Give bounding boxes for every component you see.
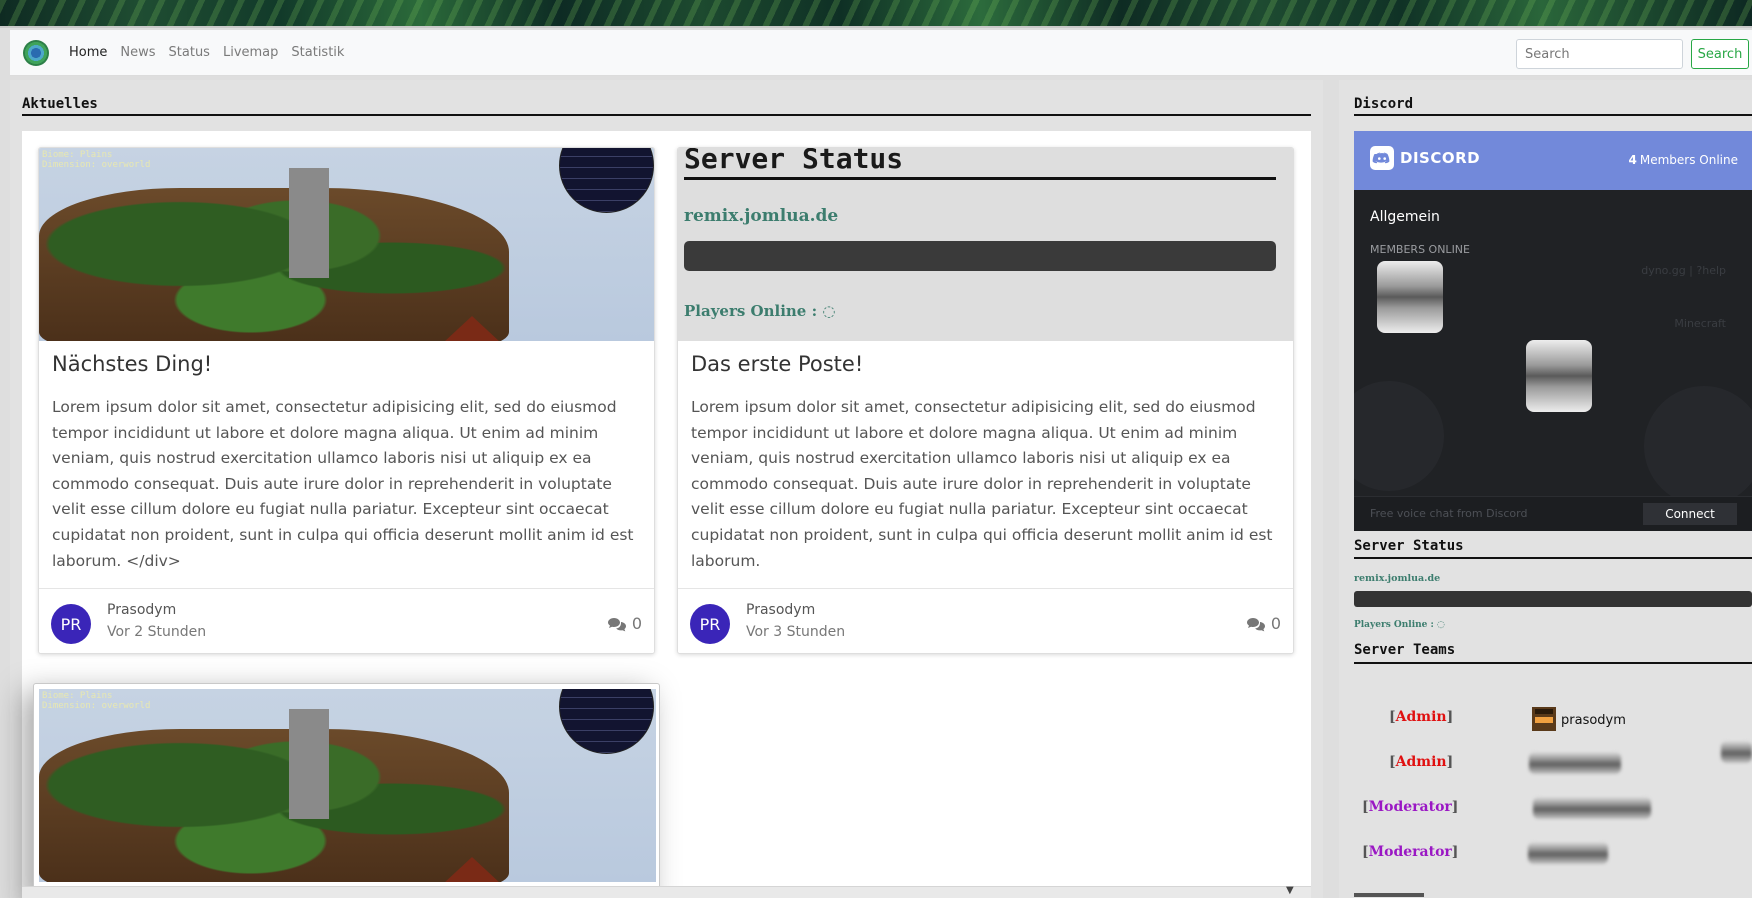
- header-banner: [0, 0, 1752, 28]
- members-header: MEMBERS ONLINE: [1370, 243, 1470, 256]
- news-card[interactable]: Biome: Plains Dimension: overworld: [33, 683, 660, 898]
- post-time: Vor 2 Stunden: [107, 624, 207, 640]
- blurred-member: [1533, 797, 1651, 819]
- loading-spinner-icon: ◌: [822, 302, 836, 320]
- members-online-count: 4 Members Online: [1628, 153, 1739, 167]
- discord-rule: [1354, 114, 1752, 116]
- search-button[interactable]: Search: [1691, 39, 1749, 69]
- author-name: Prasodym: [746, 602, 816, 618]
- rank-admin: [Admin]: [1389, 754, 1454, 770]
- blurred-member: [1528, 842, 1608, 864]
- avatar: PR: [51, 604, 91, 644]
- sidebar: Discord DISCORD 4 Members Online Allgemei…: [1339, 80, 1752, 898]
- discord-channel[interactable]: Allgemein: [1370, 209, 1440, 225]
- server-status-title: Server Status: [1354, 538, 1464, 554]
- discord-title: Discord: [1354, 96, 1414, 112]
- horizontal-scrollbar[interactable]: [22, 886, 1311, 898]
- card-footer: PR Prasodym Vor 3 Stunden 0: [678, 588, 1293, 653]
- card-text: Lorem ipsum dolor sit amet, consectetur …: [691, 398, 1273, 570]
- team-member-name[interactable]: prasodym: [1561, 713, 1626, 728]
- discord-logo[interactable]: DISCORD: [1370, 146, 1480, 170]
- bot-status: dyno.gg | ?help: [1641, 264, 1726, 277]
- news-feed: Biome: Plains Dimension: overworld Nächs…: [22, 131, 1311, 898]
- server-host: remix.jomlua.de: [1354, 573, 1441, 584]
- free-voice-text: Free voice chat from Discord: [1370, 507, 1528, 520]
- main-section-title: Aktuelles: [22, 96, 98, 112]
- member-avatar[interactable]: [1526, 340, 1592, 412]
- game-status: Minecraft: [1674, 317, 1726, 330]
- card-title[interactable]: Nächstes Ding!: [52, 352, 212, 376]
- main-section-rule: [22, 114, 1311, 116]
- nav-livemap[interactable]: Livemap: [223, 45, 278, 60]
- avatar: PR: [690, 604, 730, 644]
- next-section-stub: [1354, 893, 1424, 897]
- connect-button[interactable]: Connect: [1643, 503, 1737, 525]
- player-head-icon: [1532, 707, 1556, 731]
- discord-icon: [1370, 146, 1394, 170]
- nav-home[interactable]: Home: [69, 45, 107, 60]
- discord-footer: Free voice chat from Discord Connect: [1354, 496, 1752, 531]
- author-name: Prasodym: [107, 602, 177, 618]
- nav-news[interactable]: News: [120, 45, 155, 60]
- server-teams-rule: [1354, 662, 1752, 664]
- loading-spinner-icon: ◌: [1437, 620, 1445, 630]
- rank-moderator: [Moderator]: [1362, 799, 1459, 815]
- news-card[interactable]: Biome: Plains Dimension: overworld Nächs…: [38, 147, 655, 654]
- card-image: Biome: Plains Dimension: overworld: [39, 689, 656, 882]
- server-status-bar: [1354, 591, 1752, 607]
- card-image: Biome: Plains Dimension: overworld: [39, 148, 654, 341]
- news-card[interactable]: Server Status remix.jomlua.de Players On…: [677, 147, 1294, 654]
- server-status-rule: [1354, 557, 1752, 559]
- main-panel: Aktuelles Biome: Plains Dimension: overw…: [10, 80, 1323, 898]
- navbar: Home News Status Livemap Statistik Searc…: [10, 30, 1752, 76]
- rank-admin: [Admin]: [1389, 709, 1454, 725]
- blurred-member: [1721, 741, 1752, 763]
- member-avatar[interactable]: [1377, 261, 1443, 333]
- discord-header: DISCORD 4 Members Online: [1354, 131, 1752, 190]
- server-teams-title: Server Teams: [1354, 642, 1456, 658]
- comment-count[interactable]: 0: [1246, 614, 1281, 633]
- comments-icon: [607, 617, 626, 631]
- search-input[interactable]: [1516, 39, 1683, 69]
- card-title[interactable]: Das erste Poste!: [691, 352, 863, 376]
- discord-widget: DISCORD 4 Members Online Allgemein MEMBER…: [1354, 131, 1752, 531]
- nav-status[interactable]: Status: [169, 45, 210, 60]
- players-online: Players Online : ◌: [1354, 620, 1445, 630]
- post-time: Vor 3 Stunden: [746, 624, 846, 640]
- rank-moderator: [Moderator]: [1362, 844, 1459, 860]
- chevron-down-icon[interactable]: ▼: [1286, 885, 1294, 896]
- blurred-member: [1529, 752, 1621, 774]
- comment-count[interactable]: 0: [607, 614, 642, 633]
- card-image: Server Status remix.jomlua.de Players On…: [678, 148, 1293, 341]
- comments-icon: [1246, 617, 1265, 631]
- card-text: Lorem ipsum dolor sit amet, consectetur …: [52, 398, 634, 570]
- nav-statistik[interactable]: Statistik: [291, 45, 344, 60]
- site-logo[interactable]: [23, 39, 49, 66]
- card-footer: PR Prasodym Vor 2 Stunden 0: [39, 588, 654, 653]
